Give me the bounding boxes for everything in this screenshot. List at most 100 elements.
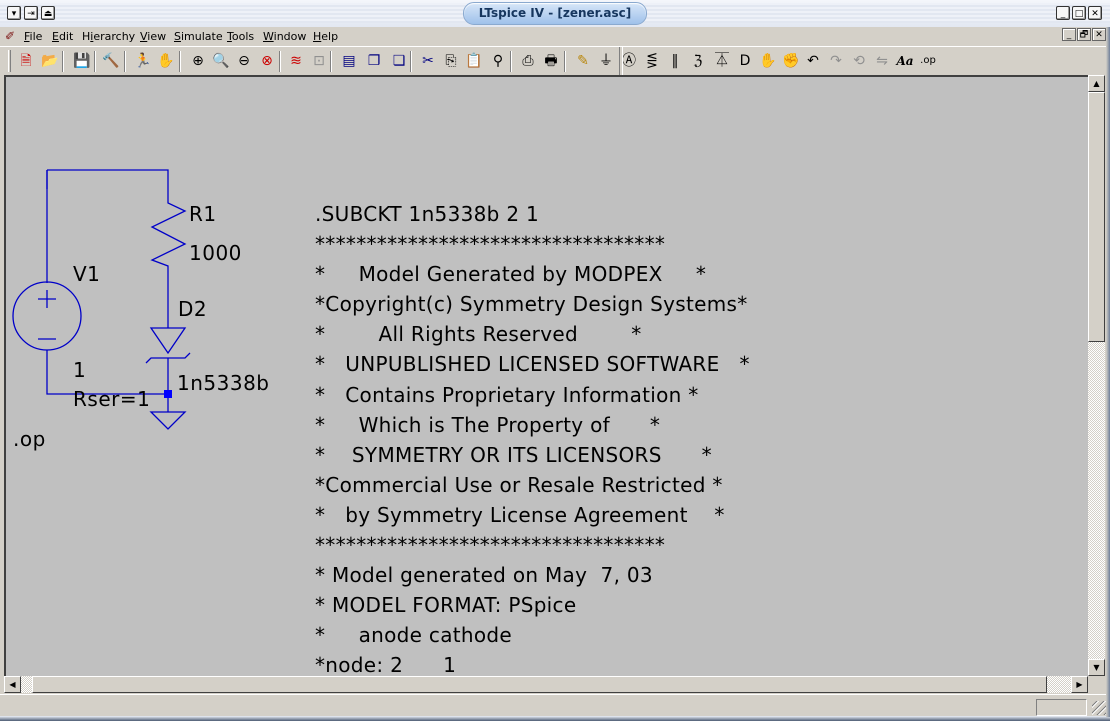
move-hand-icon[interactable]: ✋ bbox=[758, 51, 778, 71]
netlist-line: * UNPUBLISHED LICENSED SOFTWARE * bbox=[315, 352, 750, 377]
titlebar-left-buttons: ▾ ⇥ ⏏ bbox=[7, 6, 55, 20]
resistor-icon[interactable]: ⋚ bbox=[642, 51, 662, 71]
scroll-left-button[interactable]: ◀ bbox=[4, 676, 21, 693]
menu-file[interactable]: File bbox=[24, 30, 42, 43]
status-pane bbox=[1036, 699, 1087, 716]
zoom-pan-icon[interactable]: 🔍 bbox=[211, 51, 231, 71]
netlist-line: * Model generated on May 7, 03 bbox=[315, 563, 653, 588]
zoom-out-icon[interactable]: ⊖ bbox=[234, 51, 254, 71]
minimize-button[interactable]: _ bbox=[1056, 6, 1070, 20]
toolbar-end-divider bbox=[619, 47, 623, 75]
child-minimize-button[interactable]: _ bbox=[1062, 28, 1076, 41]
ltspice-app-icon[interactable]: ✐ bbox=[5, 29, 15, 43]
ground-icon[interactable]: ⏚ bbox=[596, 51, 616, 71]
print-icon[interactable]: 🖶 bbox=[541, 51, 561, 71]
scroll-down-button[interactable]: ▼ bbox=[1088, 659, 1105, 676]
netlist-line: *Copyright(c) Symmetry Design Systems* bbox=[315, 292, 748, 317]
v1-plus-sign bbox=[38, 290, 56, 308]
netlist-line: * All Rights Reserved * bbox=[315, 322, 642, 347]
spice-directive-icon[interactable]: .op bbox=[918, 51, 938, 71]
menu-edit[interactable]: Edit bbox=[52, 30, 73, 43]
v1-name-label[interactable]: V1 bbox=[73, 262, 100, 286]
autorange-waveform-icon[interactable]: ≋ bbox=[286, 51, 306, 71]
zoom-fit-icon[interactable]: ⊗ bbox=[257, 51, 277, 71]
text-icon[interactable]: Aa bbox=[895, 51, 915, 71]
scroll-up-button[interactable]: ▲ bbox=[1088, 75, 1105, 92]
pin-button[interactable]: ⇥ bbox=[24, 6, 38, 20]
menu-view[interactable]: View bbox=[140, 30, 166, 43]
r1-name-label[interactable]: R1 bbox=[189, 202, 217, 226]
vertical-scroll-thumb[interactable] bbox=[1088, 92, 1105, 342]
menu-help[interactable]: Help bbox=[313, 30, 338, 43]
cut-icon[interactable]: ✂ bbox=[418, 51, 438, 71]
inductor-icon[interactable]: ℨ bbox=[688, 51, 708, 71]
d2-value-label[interactable]: 1n5338b bbox=[177, 371, 270, 395]
wire-top bbox=[46, 169, 169, 197]
resize-grip[interactable] bbox=[1092, 701, 1106, 715]
child-restore-button[interactable]: 🗗 bbox=[1077, 28, 1091, 41]
v1-rser-label[interactable]: Rser=1 bbox=[73, 387, 150, 411]
schematic-canvas[interactable]: R1 1000 V1 D2 1 1n5338b Rser=1 .op .SUBC… bbox=[4, 75, 1088, 676]
d2-name-label[interactable]: D2 bbox=[178, 297, 207, 321]
netlist-line: * SYMMETRY OR ITS LICENSORS * bbox=[315, 442, 712, 467]
copy-icon[interactable]: ⎘ bbox=[441, 51, 461, 71]
horizontal-scroll-thumb[interactable] bbox=[32, 676, 1047, 693]
vertical-scrollbar[interactable]: ▲ ▼ bbox=[1088, 75, 1105, 676]
shade-button[interactable]: ⏏ bbox=[41, 6, 55, 20]
mirror-icon[interactable]: ⇋ bbox=[872, 51, 892, 71]
toolbar-separator bbox=[330, 51, 332, 72]
netlist-line: ********************************** bbox=[315, 232, 666, 257]
netlist-line: *Commercial Use or Resale Restricted * bbox=[315, 472, 723, 497]
window-menu-button[interactable]: ▾ bbox=[7, 6, 21, 20]
drag-hand-icon[interactable]: ✊ bbox=[781, 51, 801, 71]
rotate-icon[interactable]: ⟲ bbox=[849, 51, 869, 71]
close-button[interactable]: ✕ bbox=[1088, 6, 1102, 20]
toolbar-grip[interactable] bbox=[8, 50, 11, 72]
r1-value-label[interactable]: 1000 bbox=[189, 241, 242, 265]
window-title: LTspice IV - [zener.asc] bbox=[463, 2, 647, 25]
maximize-button[interactable]: □ bbox=[1072, 6, 1086, 20]
scroll-right-button[interactable]: ▶ bbox=[1071, 676, 1088, 693]
menu-simulate[interactable]: Simulate bbox=[174, 30, 223, 43]
find-binoculars-icon[interactable]: ⚲ bbox=[488, 51, 508, 71]
menu-hierarchy[interactable]: Hierarchy bbox=[82, 30, 135, 43]
diode-icon[interactable]: ⏄ bbox=[712, 51, 732, 71]
run-simulation-icon[interactable]: 🏃 bbox=[133, 51, 153, 71]
redo-icon[interactable]: ↷ bbox=[826, 51, 846, 71]
tile-horizontal-icon[interactable]: ▤ bbox=[339, 51, 359, 71]
undo-icon[interactable]: ↶ bbox=[803, 51, 823, 71]
halt-hand-icon[interactable]: ✋ bbox=[156, 51, 176, 71]
horizontal-scrollbar[interactable]: ◀ ▶ bbox=[4, 676, 1088, 693]
zoom-in-icon[interactable]: ⊕ bbox=[188, 51, 208, 71]
child-close-button[interactable]: ✕ bbox=[1092, 28, 1106, 41]
cascade-windows-icon[interactable]: ❐ bbox=[364, 51, 384, 71]
menu-window[interactable]: Window bbox=[263, 30, 306, 43]
netlist-line: * anode cathode bbox=[315, 623, 513, 648]
draw-wire-icon[interactable]: ✎ bbox=[573, 51, 593, 71]
toolbar-separator bbox=[94, 51, 96, 72]
netlist-line: * MODEL FORMAT: PSpice bbox=[315, 593, 577, 618]
menu-tools[interactable]: Tools bbox=[227, 30, 254, 43]
open-folder-icon[interactable]: 📂 bbox=[40, 51, 60, 71]
toolbar-separator bbox=[564, 51, 566, 72]
toolbar-separator bbox=[510, 51, 512, 72]
close-window-icon[interactable]: ❏ bbox=[389, 51, 409, 71]
v1-value-label[interactable]: 1 bbox=[73, 358, 86, 382]
new-schematic-icon[interactable]: 🗎 bbox=[16, 51, 36, 71]
status-bar bbox=[0, 694, 1110, 717]
main-toolbar: 🗎 📂 💾 🔨 🏃 ✋ ⊕ 🔍 ⊖ ⊗ ≋ ⊡ ▤ ❐ ❏ ✂ ⎘ 📋 ⚲ ⎙ 🖶 ✎ ⏚ Ⓐ ⋚ ‖ ℨ ⏄ D ✋ ✊ ↶ ↷ ⟲ ⇋ Aa .op bbox=[0, 46, 1110, 75]
paste-icon[interactable]: 📋 bbox=[464, 51, 484, 71]
subckt-netlist-comment[interactable]: .SUBCKT 1n5338b 2 1 *********************… bbox=[315, 199, 750, 676]
save-icon[interactable]: 💾 bbox=[72, 51, 92, 71]
window-titlebar[interactable]: ▾ ⇥ ⏏ LTspice IV - [zener.asc] _ □ ✕ bbox=[0, 0, 1110, 28]
mdi-child-buttons: _ 🗗 ✕ bbox=[1062, 28, 1106, 41]
control-panel-hammer-icon[interactable]: 🔨 bbox=[101, 51, 121, 71]
print-preview-icon[interactable]: ⎙ bbox=[518, 51, 538, 71]
netlist-line: ********************************** bbox=[315, 533, 666, 558]
toolbar-separator bbox=[410, 51, 412, 72]
ground-symbol bbox=[149, 411, 187, 430]
capacitor-icon[interactable]: ‖ bbox=[665, 51, 685, 71]
view-netlist-icon[interactable]: ⊡ bbox=[309, 51, 329, 71]
op-directive[interactable]: .op bbox=[13, 427, 46, 451]
component-icon[interactable]: D bbox=[735, 51, 755, 71]
